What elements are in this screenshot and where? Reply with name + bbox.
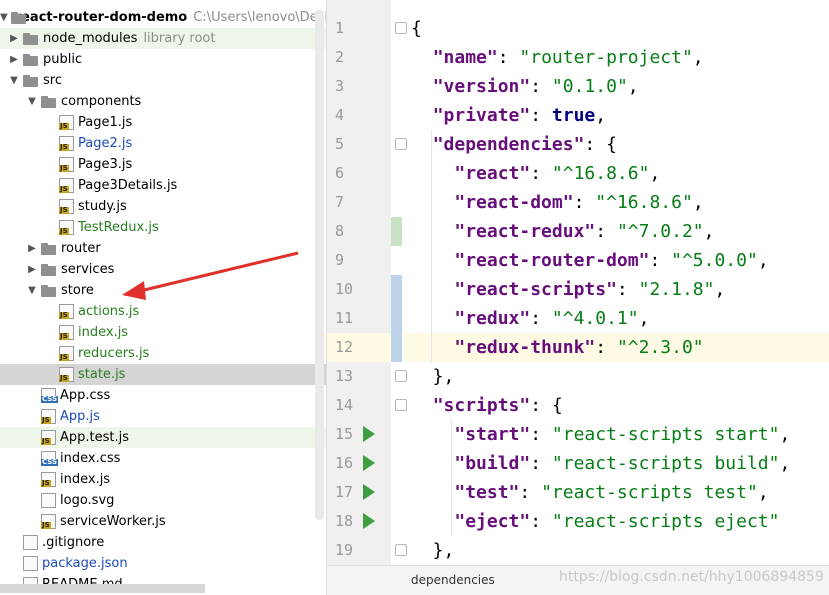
annotation-arrow-head [122,281,146,300]
annotation-arrow-shaft [139,251,299,293]
annotation-arrow [122,251,299,300]
ide-window: ▼ react-router-dom-demo C:\Users\lenovo\… [0,0,829,595]
